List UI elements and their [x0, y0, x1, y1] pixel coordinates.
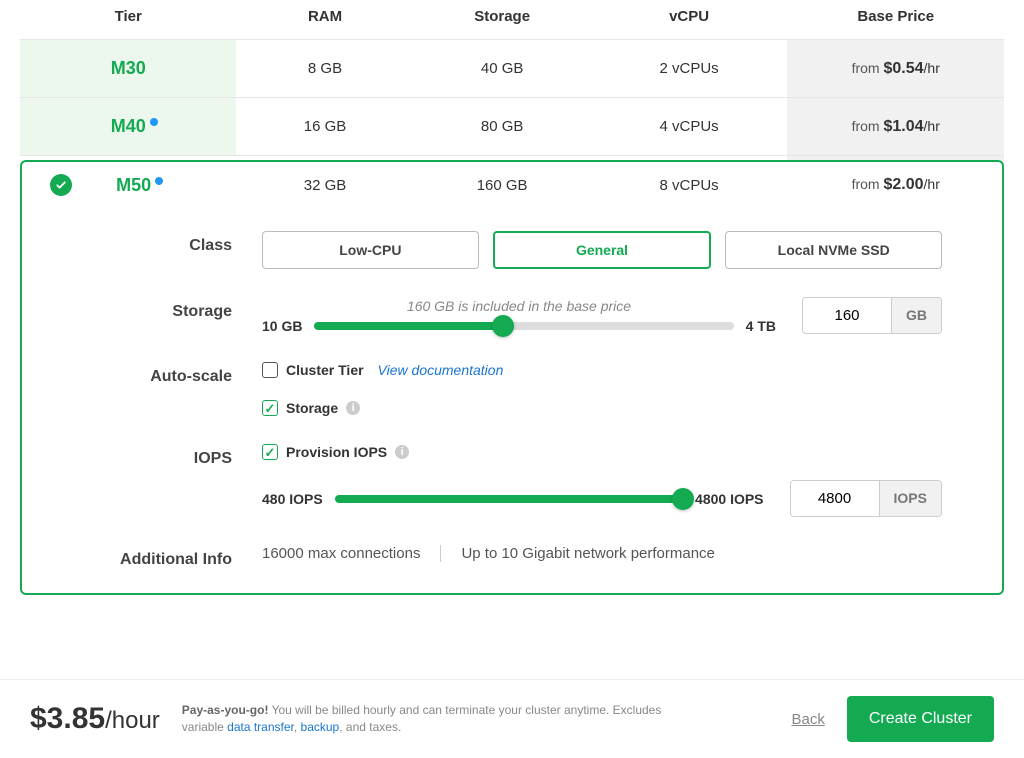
th-ram: RAM: [236, 0, 413, 40]
footer-bar: $3.85/hour Pay-as-you-go! You will be bi…: [0, 679, 1024, 758]
provision-iops-label: Provision IOPS: [286, 444, 387, 460]
storage-cell: 80 GB: [414, 98, 591, 156]
config-panel: Class Low-CPU General Local NVMe SSD Sto…: [20, 160, 1004, 595]
max-connections: 16000 max connections: [262, 545, 420, 562]
provision-iops-checkbox[interactable]: [262, 444, 278, 460]
iops-label: IOPS: [22, 444, 262, 468]
tier-name: M30: [111, 58, 146, 78]
th-price: Base Price: [787, 0, 1004, 40]
ram-cell: 16 GB: [236, 98, 413, 156]
storage-label: Storage: [22, 297, 262, 321]
iops-slider[interactable]: [335, 495, 683, 503]
info-icon[interactable]: i: [346, 401, 360, 415]
storage-slider-thumb[interactable]: [492, 315, 514, 337]
th-vcpu: vCPU: [591, 0, 788, 40]
backup-link[interactable]: backup: [301, 720, 340, 734]
class-general[interactable]: General: [493, 231, 712, 269]
th-tier: Tier: [20, 0, 236, 40]
storage-autoscale-checkbox[interactable]: [262, 400, 278, 416]
storage-cell: 40 GB: [414, 40, 591, 98]
storage-slider[interactable]: [314, 322, 733, 330]
th-storage: Storage: [414, 0, 591, 40]
iops-input[interactable]: [791, 481, 879, 516]
storage-autoscale-label: Storage: [286, 400, 338, 416]
cluster-tier-checkbox[interactable]: [262, 362, 278, 378]
iops-max: 4800 IOPS: [695, 491, 764, 507]
cluster-tier-label: Cluster Tier: [286, 362, 364, 378]
storage-min: 10 GB: [262, 318, 302, 334]
class-local-nvme[interactable]: Local NVMe SSD: [725, 231, 942, 269]
autoscale-label: Auto-scale: [22, 362, 262, 386]
iops-input-group: IOPS: [790, 480, 942, 517]
tier-name: M40: [111, 116, 146, 136]
storage-input[interactable]: [803, 298, 891, 333]
data-transfer-link[interactable]: data transfer: [227, 720, 294, 734]
total-price: $3.85/hour: [30, 702, 160, 736]
iops-slider-thumb[interactable]: [672, 488, 694, 510]
storage-input-group: GB: [802, 297, 942, 334]
class-low-cpu[interactable]: Low-CPU: [262, 231, 479, 269]
iops-min: 480 IOPS: [262, 491, 323, 507]
selected-check-icon: [50, 174, 72, 196]
class-label: Class: [22, 231, 262, 255]
iops-unit: IOPS: [879, 481, 941, 516]
table-row[interactable]: M40 16 GB 80 GB 4 vCPUs from $1.04/hr: [20, 98, 1004, 156]
storage-hint: 160 GB is included in the base price: [262, 298, 776, 314]
table-row[interactable]: M30 8 GB 40 GB 2 vCPUs from $0.54/hr: [20, 40, 1004, 98]
storage-unit: GB: [891, 298, 941, 333]
ram-cell: 8 GB: [236, 40, 413, 98]
create-cluster-button[interactable]: Create Cluster: [847, 696, 994, 742]
vcpu-cell: 2 vCPUs: [591, 40, 788, 98]
price-cell: from $0.54/hr: [787, 40, 1004, 98]
price-cell: from $1.04/hr: [787, 98, 1004, 156]
vcpu-cell: 4 vCPUs: [591, 98, 788, 156]
view-documentation-link[interactable]: View documentation: [378, 362, 504, 378]
additional-info-label: Additional Info: [22, 545, 262, 569]
tier-name: M50: [116, 175, 151, 195]
network-performance: Up to 10 Gigabit network performance: [461, 545, 714, 562]
footer-text: Pay-as-you-go! You will be billed hourly…: [182, 702, 662, 736]
divider: [440, 545, 441, 562]
info-icon[interactable]: i: [395, 445, 409, 459]
back-link[interactable]: Back: [791, 711, 824, 728]
storage-max: 4 TB: [746, 318, 776, 334]
